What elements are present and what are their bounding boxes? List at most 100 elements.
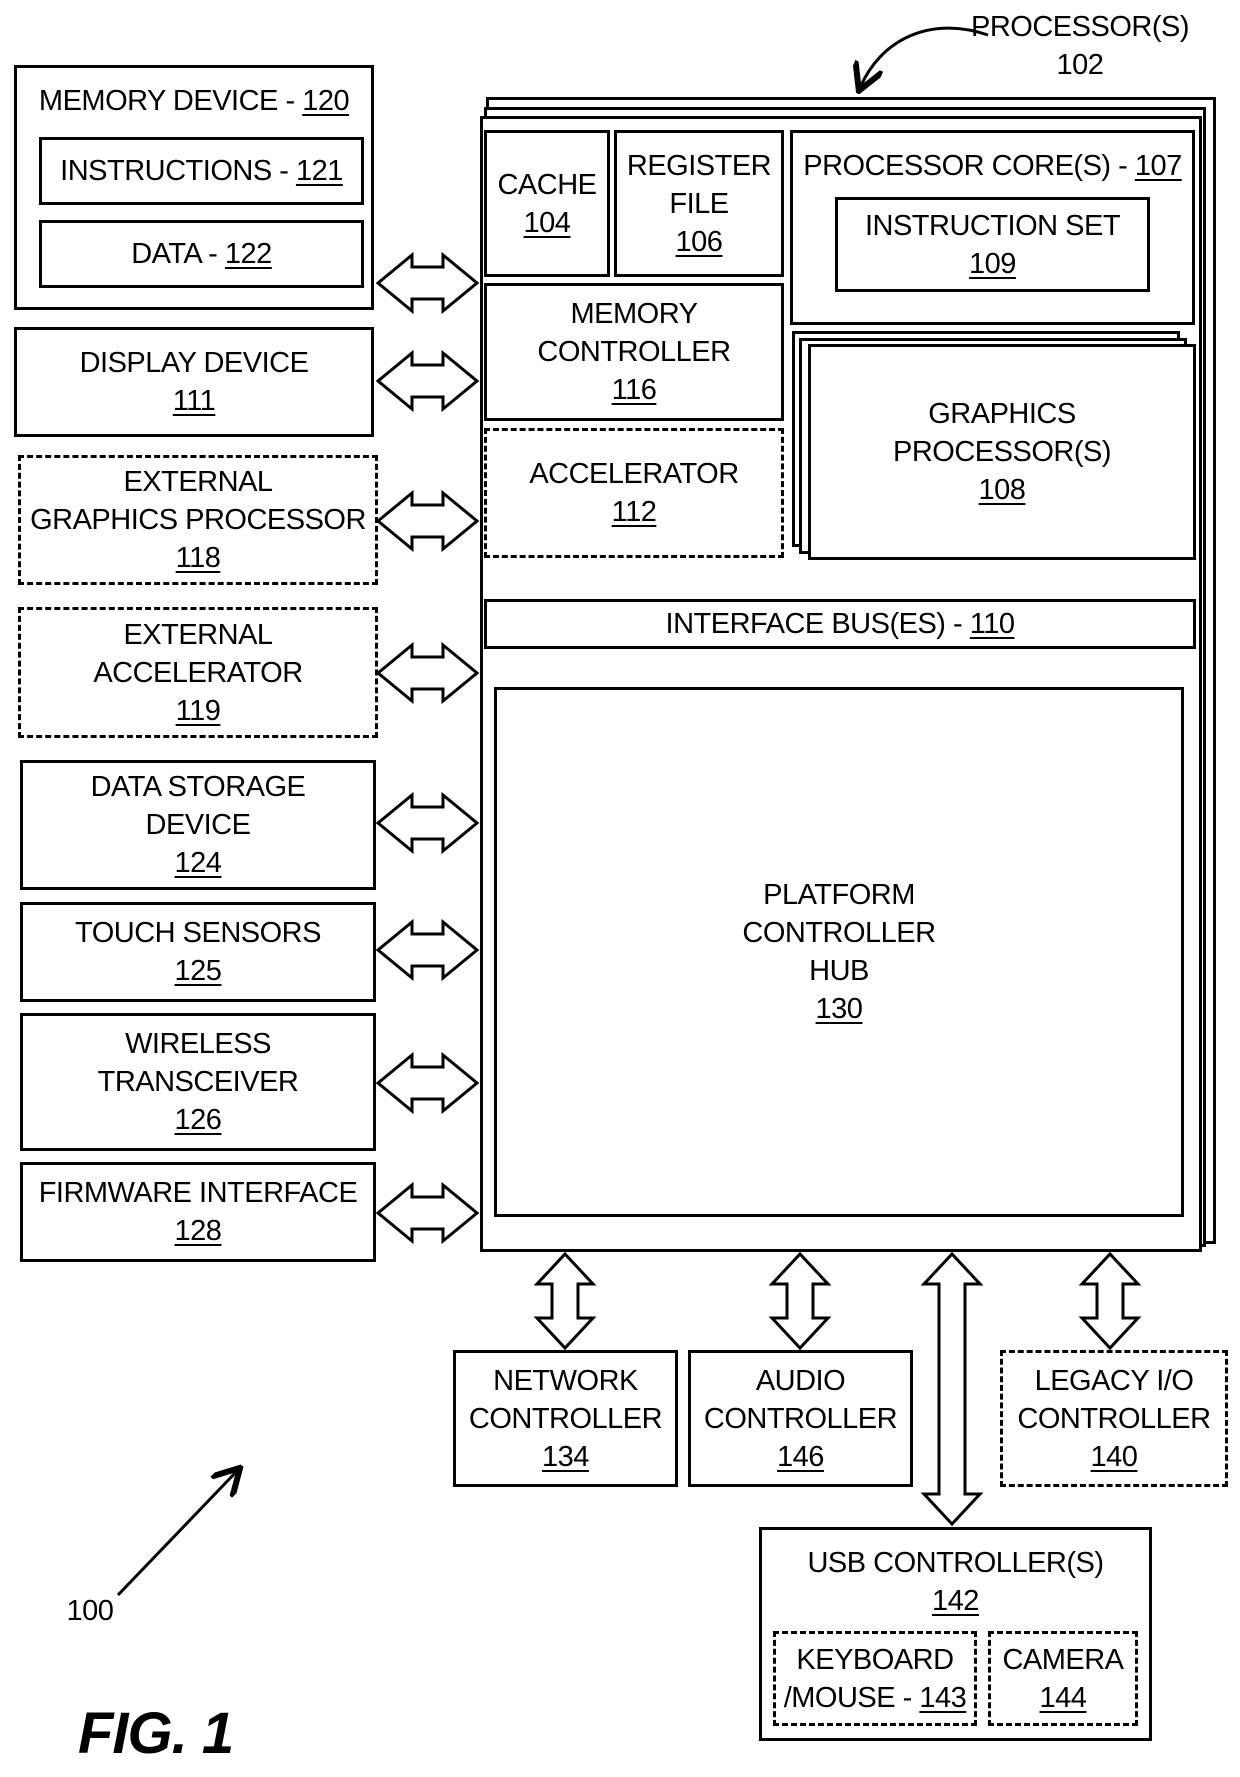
audio-controller-box: AUDIO CONTROLLER 146 [688, 1350, 913, 1487]
accelerator-ref: 112 [611, 496, 657, 528]
external-graphics-processor-ref: 118 [175, 542, 221, 574]
legacy-io-line1: LEGACY I/O [1034, 1364, 1194, 1397]
graphics-processors-line2: PROCESSOR(S) [893, 436, 1111, 468]
camera-ref: 144 [1039, 1681, 1087, 1714]
instructions-label: INSTRUCTIONS - [60, 155, 296, 187]
instructions-ref: 121 [295, 155, 343, 187]
platform-controller-hub-box: PLATFORM CONTROLLER HUB 130 [494, 687, 1184, 1217]
processor-cores-label: PROCESSOR CORE(S) - [803, 150, 1135, 182]
external-accelerator-line1: EXTERNAL [123, 618, 273, 651]
data-box: DATA - 122 [39, 220, 364, 288]
audio-controller-line2: CONTROLLER [703, 1402, 898, 1435]
data-label: DATA - [131, 238, 225, 270]
memory-controller-ref: 116 [611, 374, 657, 406]
data-storage-device-box: DATA STORAGE DEVICE 124 [20, 760, 376, 890]
touch-sensors-box: TOUCH SENSORS 125 [20, 902, 376, 1002]
memory-controller-line2: CONTROLLER [537, 336, 731, 368]
legacy-io-ref: 140 [1090, 1440, 1138, 1473]
wireless-transceiver-ref: 126 [174, 1104, 222, 1136]
camera-box: CAMERA 144 [988, 1631, 1138, 1726]
legacy-io-arrow [1078, 1251, 1142, 1351]
external-graphics-processor-box: EXTERNAL GRAPHICS PROCESSOR 118 [18, 455, 378, 585]
interface-bus-ref: 110 [969, 608, 1015, 640]
keyboard-mouse-line1: KEYBOARD [796, 1643, 954, 1676]
display-device-box: DISPLAY DEVICE 111 [14, 327, 374, 437]
keyboard-mouse-box: KEYBOARD /MOUSE - 143 [773, 1631, 977, 1726]
system-ref-label: 100 [66, 1595, 114, 1627]
touch-sensors-label: TOUCH SENSORS [75, 917, 321, 949]
firmware-interface-arrow [375, 1181, 480, 1245]
camera-label: CAMERA [1002, 1643, 1124, 1676]
graphics-processors-ref: 108 [978, 474, 1026, 506]
audio-controller-ref: 146 [777, 1440, 824, 1473]
memory-controller-line1: MEMORY [570, 298, 698, 330]
pch-line2: CONTROLLER [742, 917, 936, 949]
accelerator-box: ACCELERATOR 112 [484, 428, 784, 558]
cache-box: CACHE 104 [484, 130, 610, 277]
instructions-box: INSTRUCTIONS - 121 [39, 137, 364, 205]
keyboard-mouse-line2: /MOUSE - [783, 1681, 920, 1714]
processor-label: PROCESSOR(S) 102 [960, 8, 1200, 84]
memory-device-label: MEMORY DEVICE - [38, 85, 303, 117]
processor-ref: 102 [1056, 49, 1104, 81]
interface-bus-box: INTERFACE BUS(ES) - 110 [484, 599, 1196, 649]
instruction-set-box: INSTRUCTION SET 109 [835, 197, 1150, 292]
data-storage-device-line2: DEVICE [145, 809, 251, 841]
keyboard-mouse-ref: 143 [919, 1681, 967, 1714]
wireless-transceiver-arrow [375, 1051, 480, 1115]
external-accelerator-box: EXTERNAL ACCELERATOR 119 [18, 607, 378, 738]
display-device-ref: 111 [172, 385, 216, 417]
wireless-transceiver-line1: WIRELESS [125, 1028, 271, 1060]
external-accelerator-ref: 119 [175, 694, 221, 727]
display-device-label: DISPLAY DEVICE [79, 347, 309, 379]
register-file-line1: REGISTER [626, 149, 772, 182]
pch-line3: HUB [809, 955, 869, 987]
graphics-processors-box: GRAPHICS PROCESSOR(S) 108 [808, 344, 1196, 560]
firmware-interface-box: FIRMWARE INTERFACE 128 [20, 1162, 376, 1262]
external-accelerator-line2: ACCELERATOR [93, 656, 303, 689]
figure-title: FIG. 1 [78, 1701, 234, 1766]
network-controller-box: NETWORK CONTROLLER 134 [453, 1350, 678, 1487]
pch-line1: PLATFORM [763, 879, 915, 911]
usb-controllers-label: USB CONTROLLER(S) [807, 1547, 1104, 1579]
processor-label-text: PROCESSOR(S) [971, 11, 1189, 43]
firmware-interface-ref: 128 [174, 1215, 222, 1247]
memory-device-arrow [375, 251, 480, 315]
register-file-box: REGISTER FILE 106 [614, 130, 784, 277]
memory-controller-box: MEMORY CONTROLLER 116 [484, 283, 784, 421]
network-controller-ref: 134 [542, 1440, 589, 1473]
touch-sensors-arrow [375, 918, 480, 982]
usb-controllers-ref: 142 [932, 1585, 979, 1617]
memory-device-ref: 120 [302, 85, 350, 117]
audio-controller-arrow [768, 1251, 832, 1351]
interface-bus-label: INTERFACE BUS(ES) - [665, 608, 970, 640]
firmware-interface-label: FIRMWARE INTERFACE [38, 1177, 358, 1209]
graphics-processors-line1: GRAPHICS [928, 398, 1076, 430]
accelerator-label: ACCELERATOR [529, 458, 739, 490]
memory-device-title: MEMORY DEVICE - 120 [38, 82, 350, 120]
external-graphics-processor-line2: GRAPHICS PROCESSOR [30, 504, 366, 536]
legacy-io-controller-box: LEGACY I/O CONTROLLER 140 [1000, 1350, 1228, 1487]
data-storage-device-ref: 124 [174, 847, 222, 879]
cache-label: CACHE [497, 168, 597, 201]
external-graphics-processor-line1: EXTERNAL [123, 466, 273, 498]
data-storage-device-line1: DATA STORAGE [90, 771, 306, 803]
processor-cores-ref: 107 [1134, 150, 1182, 182]
instruction-set-label: INSTRUCTION SET [864, 209, 1121, 242]
usb-controller-arrow [920, 1251, 984, 1527]
audio-controller-line1: AUDIO [755, 1364, 846, 1397]
data-ref: 122 [224, 238, 272, 270]
external-accelerator-arrow [375, 641, 480, 705]
network-controller-line2: CONTROLLER [468, 1402, 663, 1435]
network-controller-line1: NETWORK [493, 1364, 638, 1397]
data-storage-arrow [375, 791, 480, 855]
wireless-transceiver-box: WIRELESS TRANSCEIVER 126 [20, 1013, 376, 1151]
system-pointer-arrow [116, 1470, 238, 1597]
legacy-io-line2: CONTROLLER [1017, 1402, 1211, 1435]
register-file-ref: 106 [675, 225, 723, 258]
pch-ref: 130 [815, 993, 863, 1025]
touch-sensors-ref: 125 [174, 955, 222, 987]
display-device-arrow [375, 349, 480, 413]
cache-ref: 104 [523, 206, 571, 239]
wireless-transceiver-line2: TRANSCEIVER [97, 1066, 299, 1098]
